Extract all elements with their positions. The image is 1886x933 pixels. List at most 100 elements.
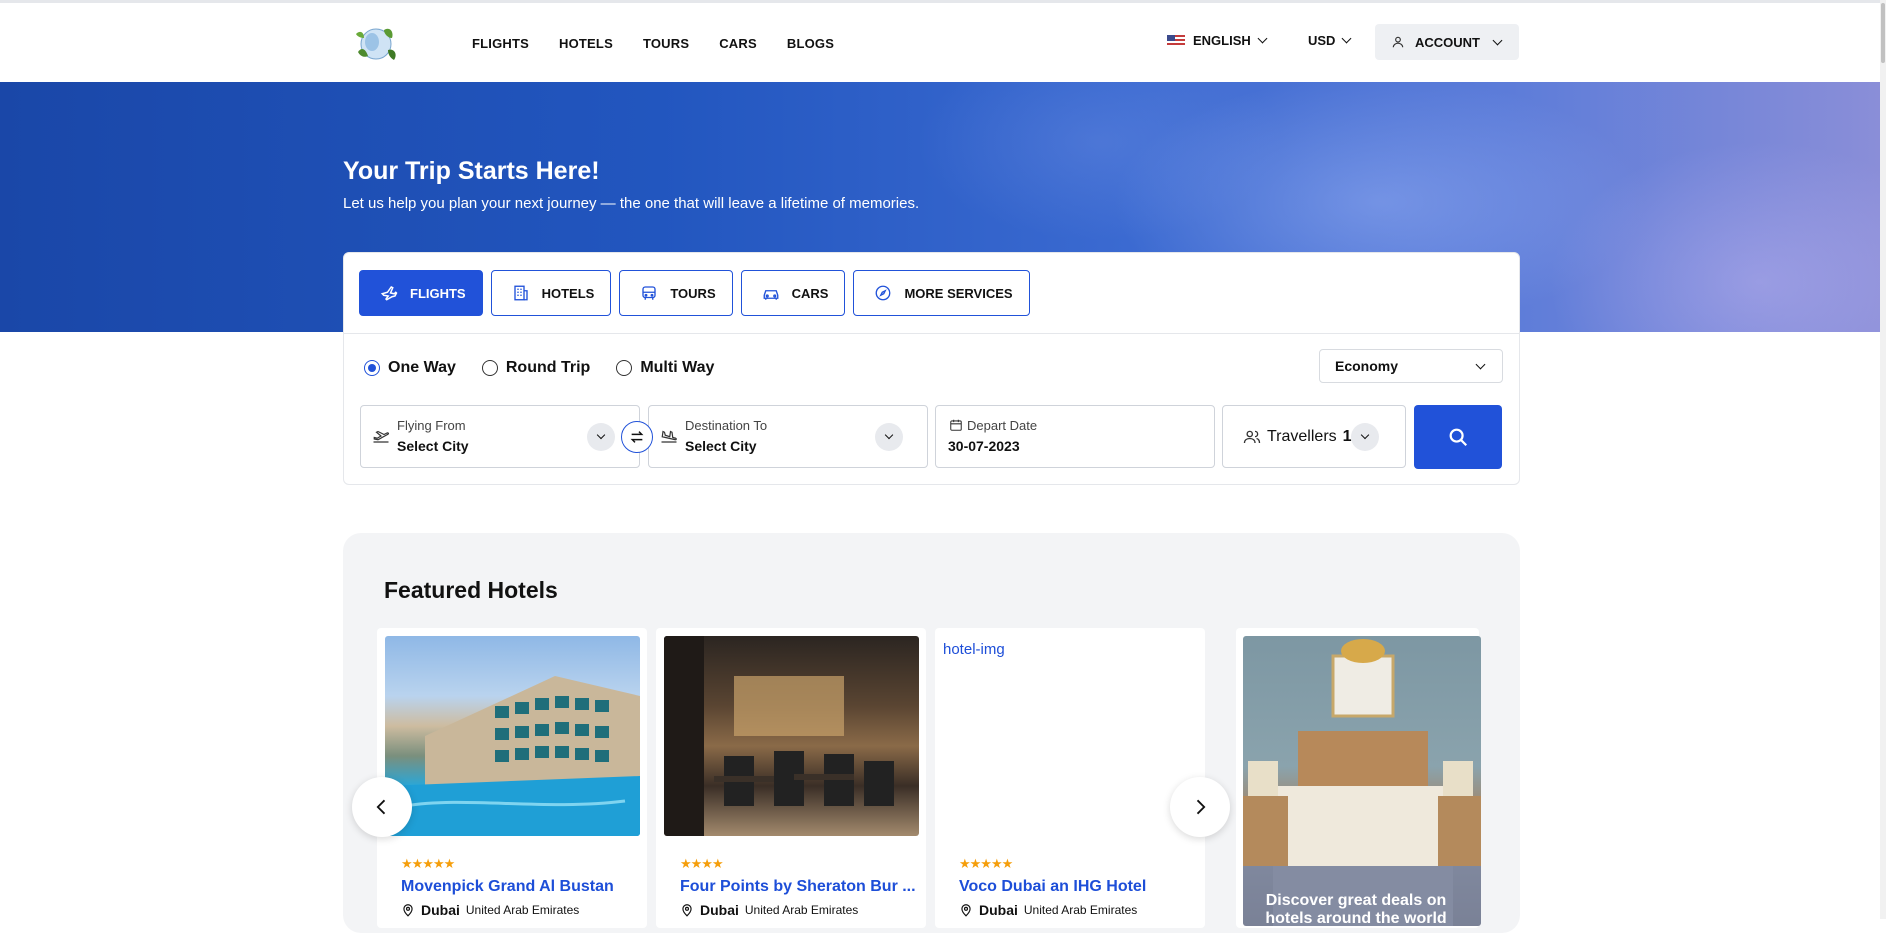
chevron-down-icon <box>884 430 894 440</box>
promo-card[interactable]: Discover great deals on hotels around th… <box>1236 628 1481 928</box>
hotel-card[interactable]: ★★★★★ Movenpick Grand Al Bustan Dubai Un… <box>377 628 647 928</box>
dropdown-toggle[interactable] <box>1351 423 1379 451</box>
travellers-label: Travellers <box>1267 427 1337 445</box>
scrollbar-thumb[interactable] <box>1881 3 1885 63</box>
promo-text: Discover great deals on hotels around th… <box>1265 892 1447 927</box>
user-icon <box>1392 36 1404 48</box>
field-value: Select City <box>397 438 469 454</box>
star-rating: ★★★★★ <box>401 856 455 871</box>
star-rating: ★★★★ <box>680 856 724 871</box>
plane-landing-icon <box>661 430 677 443</box>
chevron-down-icon <box>596 430 606 440</box>
broken-image-alt[interactable]: hotel-img <box>943 641 1005 658</box>
currency-label: USD <box>1308 33 1336 48</box>
carousel-prev-button[interactable] <box>352 777 412 837</box>
language-selector[interactable]: ENGLISH <box>1167 33 1268 48</box>
hotel-location: Dubai United Arab Emirates <box>401 902 579 918</box>
plane-takeoff-icon <box>373 430 390 443</box>
trip-one-way[interactable]: One Way <box>364 359 456 377</box>
radio-label: Round Trip <box>505 359 591 376</box>
radio-button[interactable] <box>481 360 498 376</box>
tab-hotels[interactable]: HOTELS <box>490 270 612 316</box>
chevron-right-icon <box>1196 799 1206 815</box>
swap-arrows-icon <box>630 431 644 443</box>
users-icon <box>1243 430 1261 443</box>
nav-flights[interactable]: FLIGHTS <box>472 36 529 51</box>
hotel-name[interactable]: Four Points by Sheraton Bur ... <box>680 878 916 896</box>
hotel-photo-restaurant <box>664 636 894 836</box>
destination-field[interactable]: Destination To Select City <box>648 405 928 468</box>
nav-hotels[interactable]: HOTELS <box>559 36 613 51</box>
tab-label: CARS <box>791 285 829 301</box>
language-label: ENGLISH <box>1193 33 1251 48</box>
carousel-next-button[interactable] <box>1170 777 1230 837</box>
field-value: Select City <box>685 438 757 454</box>
trip-type-group: One Way Round Trip Multi Way <box>364 359 714 377</box>
hotel-image[interactable] <box>664 636 919 836</box>
nav-tours[interactable]: TOURS <box>643 36 689 51</box>
trip-round-trip[interactable]: Round Trip <box>481 359 591 377</box>
tab-cars[interactable]: CARS <box>740 270 846 316</box>
cabin-class-value: Economy <box>1335 358 1399 374</box>
hotel-card[interactable]: hotel-img ★★★★★ Voco Dubai an IHG Hotel … <box>935 628 1205 928</box>
hero-title: Your Trip Starts Here! <box>343 157 600 185</box>
tab-more-services[interactable]: MORE SERVICES <box>853 270 1030 316</box>
hotel-name[interactable]: Voco Dubai an IHG Hotel <box>959 878 1146 896</box>
hotel-name[interactable]: Movenpick Grand Al Bustan <box>401 878 614 896</box>
travellers-selector[interactable]: Travellers 1 <box>1222 405 1406 468</box>
hotel-card[interactable]: ★★★★ Four Points by Sheraton Bur ... Dub… <box>656 628 926 928</box>
promo-image <box>1243 636 1481 926</box>
chevron-down-icon <box>1360 430 1370 440</box>
bus-icon <box>642 286 657 300</box>
page-scrollbar[interactable] <box>1880 0 1886 919</box>
currency-selector[interactable]: USD <box>1308 33 1352 48</box>
calendar-icon <box>950 419 962 431</box>
chevron-down-icon <box>1475 359 1486 369</box>
depart-date-field[interactable]: Depart Date 30-07-2023 <box>935 405 1215 468</box>
search-button[interactable] <box>1414 405 1502 469</box>
bedroom-photo <box>1243 639 1481 926</box>
hotel-photo-pool <box>385 676 640 836</box>
search-card: FLIGHTS HOTELS TOURS CARS MORE SERVICES … <box>343 252 1520 485</box>
dropdown-toggle[interactable] <box>587 423 615 451</box>
flying-from-field[interactable]: Flying From Select City <box>360 405 640 468</box>
map-pin-icon <box>961 904 971 917</box>
account-label: ACCOUNT <box>1415 34 1480 50</box>
hotel-country: United Arab Emirates <box>744 903 859 917</box>
star-rating: ★★★★★ <box>959 856 1013 871</box>
hotel-image[interactable] <box>385 636 640 836</box>
hero-subtitle: Let us help you plan your next journey —… <box>343 195 920 212</box>
chevron-left-icon <box>376 799 386 815</box>
field-label: Depart Date <box>967 418 1038 433</box>
nav-cars[interactable]: CARS <box>719 36 757 51</box>
tab-tours[interactable]: TOURS <box>619 270 733 316</box>
main-nav: FLIGHTS HOTELS TOURS CARS BLOGS <box>472 36 834 51</box>
radio-label: One Way <box>388 359 456 376</box>
account-button[interactable]: ACCOUNT <box>1375 24 1519 60</box>
field-label: Flying From <box>397 418 466 433</box>
dropdown-toggle[interactable] <box>875 423 903 451</box>
tab-label: FLIGHTS <box>410 285 466 301</box>
radio-button[interactable] <box>616 360 633 376</box>
chevron-down-icon <box>1342 33 1352 44</box>
cabin-class-select[interactable]: Economy <box>1319 349 1503 383</box>
hotel-city: Dubai <box>421 902 460 918</box>
search-icon <box>1449 428 1468 447</box>
hotel-country: United Arab Emirates <box>465 903 580 917</box>
field-value: 30-07-2023 <box>948 438 1020 454</box>
map-pin-icon <box>403 904 413 917</box>
building-icon <box>513 285 528 301</box>
swap-button[interactable] <box>621 421 653 453</box>
field-label: Destination To <box>685 418 768 433</box>
service-tabs: FLIGHTS HOTELS TOURS CARS MORE SERVICES <box>359 270 1030 316</box>
radio-button[interactable] <box>364 360 380 376</box>
trip-multi-way[interactable]: Multi Way <box>616 359 714 377</box>
nav-blogs[interactable]: BLOGS <box>787 36 834 51</box>
site-logo[interactable] <box>348 20 404 68</box>
radio-label: Multi Way <box>640 359 715 376</box>
chevron-down-icon <box>1257 33 1268 44</box>
tab-flights[interactable]: FLIGHTS <box>359 270 483 316</box>
hotel-location: Dubai United Arab Emirates <box>959 902 1137 918</box>
hotel-city: Dubai <box>700 902 739 918</box>
site-header: FLIGHTS HOTELS TOURS CARS BLOGS ENGLISH … <box>0 3 1880 82</box>
